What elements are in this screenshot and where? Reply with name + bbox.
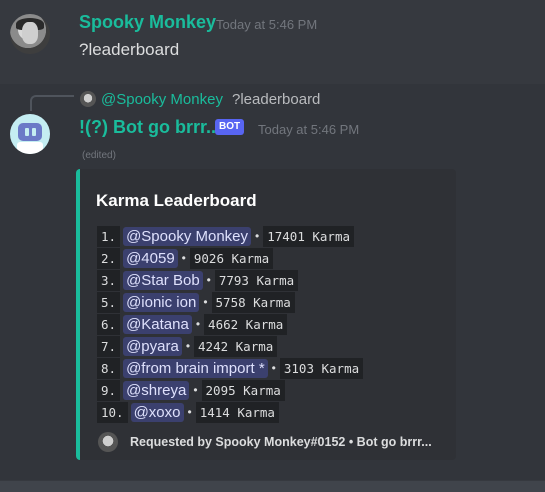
leaderboard-row: 6. @Katana • 4662 Karma [97, 313, 363, 335]
reply-text[interactable]: ?leaderboard [232, 91, 320, 108]
leaderboard-embed: Karma Leaderboard 1. @Spooky Monkey • 17401… [76, 169, 456, 460]
user-mention[interactable]: @pyara [123, 336, 182, 356]
karma-value: 7793 Karma [214, 269, 299, 291]
leaderboard-row: 5. @ionic ion • 5758 Karma [97, 291, 363, 313]
rank-number: 9. [97, 379, 121, 401]
chat-input-bar[interactable] [0, 481, 545, 492]
user-mention[interactable]: @from brain import * [123, 358, 268, 378]
leaderboard-list: 1. @Spooky Monkey • 17401 Karma 2. @4059 • 9026… [97, 225, 364, 423]
message-timestamp: Today at 5:46 PM [216, 17, 318, 32]
user-mention[interactable]: @Katana [123, 314, 192, 334]
user-mention[interactable]: @shreya [123, 380, 190, 400]
rank-number: 8. [97, 357, 121, 379]
leaderboard-row: 7. @pyara • 4242 Karma [97, 335, 363, 357]
footer-text: Requested by Spooky Monkey#0152 • Bot go… [130, 435, 432, 449]
bullet-separator: • [181, 251, 186, 265]
bullet-separator: • [203, 295, 208, 309]
karma-value: 9026 Karma [189, 247, 274, 269]
user-mention[interactable]: @ionic ion [123, 292, 200, 312]
leaderboard-row: 9. @shreya • 2095 Karma [97, 379, 363, 401]
user-avatar[interactable] [10, 14, 50, 54]
bullet-separator: • [206, 273, 211, 287]
karma-value: 17401 Karma [263, 225, 355, 247]
karma-value: 5758 Karma [211, 291, 295, 313]
user-mention[interactable]: @xoxo [130, 402, 184, 422]
rank-number: 3. [97, 269, 121, 291]
rank-number: 2. [97, 247, 121, 269]
user-mention[interactable]: @Star Bob [123, 270, 203, 290]
leaderboard-row: 3. @Star Bob • 7793 Karma [97, 269, 363, 291]
bot-message-timestamp: Today at 5:46 PM [258, 122, 360, 137]
bullet-separator: • [193, 383, 198, 397]
leaderboard-row: 10. @xoxo • 1414 Karma [97, 401, 363, 423]
bullet-separator: • [187, 405, 192, 419]
robot-eye-right [32, 128, 36, 136]
karma-value: 1414 Karma [195, 401, 279, 423]
leaderboard-row: 8. @from brain import * • 3103 Karma [97, 357, 364, 379]
footer-avatar [98, 432, 118, 452]
user-message: Spooky Monkey Today at 5:46 PM ?leaderbo… [0, 0, 545, 83]
robot-head-icon [18, 123, 42, 141]
leaderboard-row: 2. @4059 • 9026 Karma [97, 247, 363, 269]
leaderboard-row: 1. @Spooky Monkey • 17401 Karma [97, 225, 363, 247]
karma-value: 3103 Karma [279, 357, 364, 379]
avatar-face-shape [22, 22, 38, 44]
user-name[interactable]: Spooky Monkey [79, 12, 216, 33]
bot-message: @Spooky Monkey ?leaderboard !(?) Bot go … [0, 84, 545, 480]
bot-name[interactable]: !(?) Bot go brrr... [79, 117, 221, 138]
rank-number: 5. [97, 291, 121, 313]
user-mention[interactable]: @Spooky Monkey [123, 226, 252, 246]
bullet-separator: • [271, 361, 276, 375]
robot-body-icon [17, 142, 43, 154]
rank-number: 6. [97, 313, 121, 335]
bullet-separator: • [185, 339, 191, 353]
message-text: ?leaderboard [79, 40, 180, 59]
rank-number: 1. [97, 225, 121, 247]
bot-avatar[interactable] [10, 114, 50, 154]
karma-value: 4242 Karma [194, 335, 278, 357]
robot-eye-left [25, 128, 29, 136]
reply-avatar[interactable] [80, 91, 96, 107]
karma-value: 4662 Karma [204, 313, 288, 335]
embed-title: Karma Leaderboard [96, 191, 257, 210]
rank-number: 10. [97, 401, 128, 423]
edited-label: (edited) [82, 150, 116, 161]
reply-mention[interactable]: @Spooky Monkey [101, 91, 223, 108]
bot-badge: BOT [215, 119, 245, 135]
rank-number: 7. [97, 335, 121, 357]
bullet-separator: • [255, 229, 260, 243]
user-mention[interactable]: @4059 [123, 248, 178, 268]
bullet-separator: • [195, 317, 201, 331]
karma-value: 2095 Karma [201, 379, 285, 401]
reply-spine [30, 95, 74, 111]
